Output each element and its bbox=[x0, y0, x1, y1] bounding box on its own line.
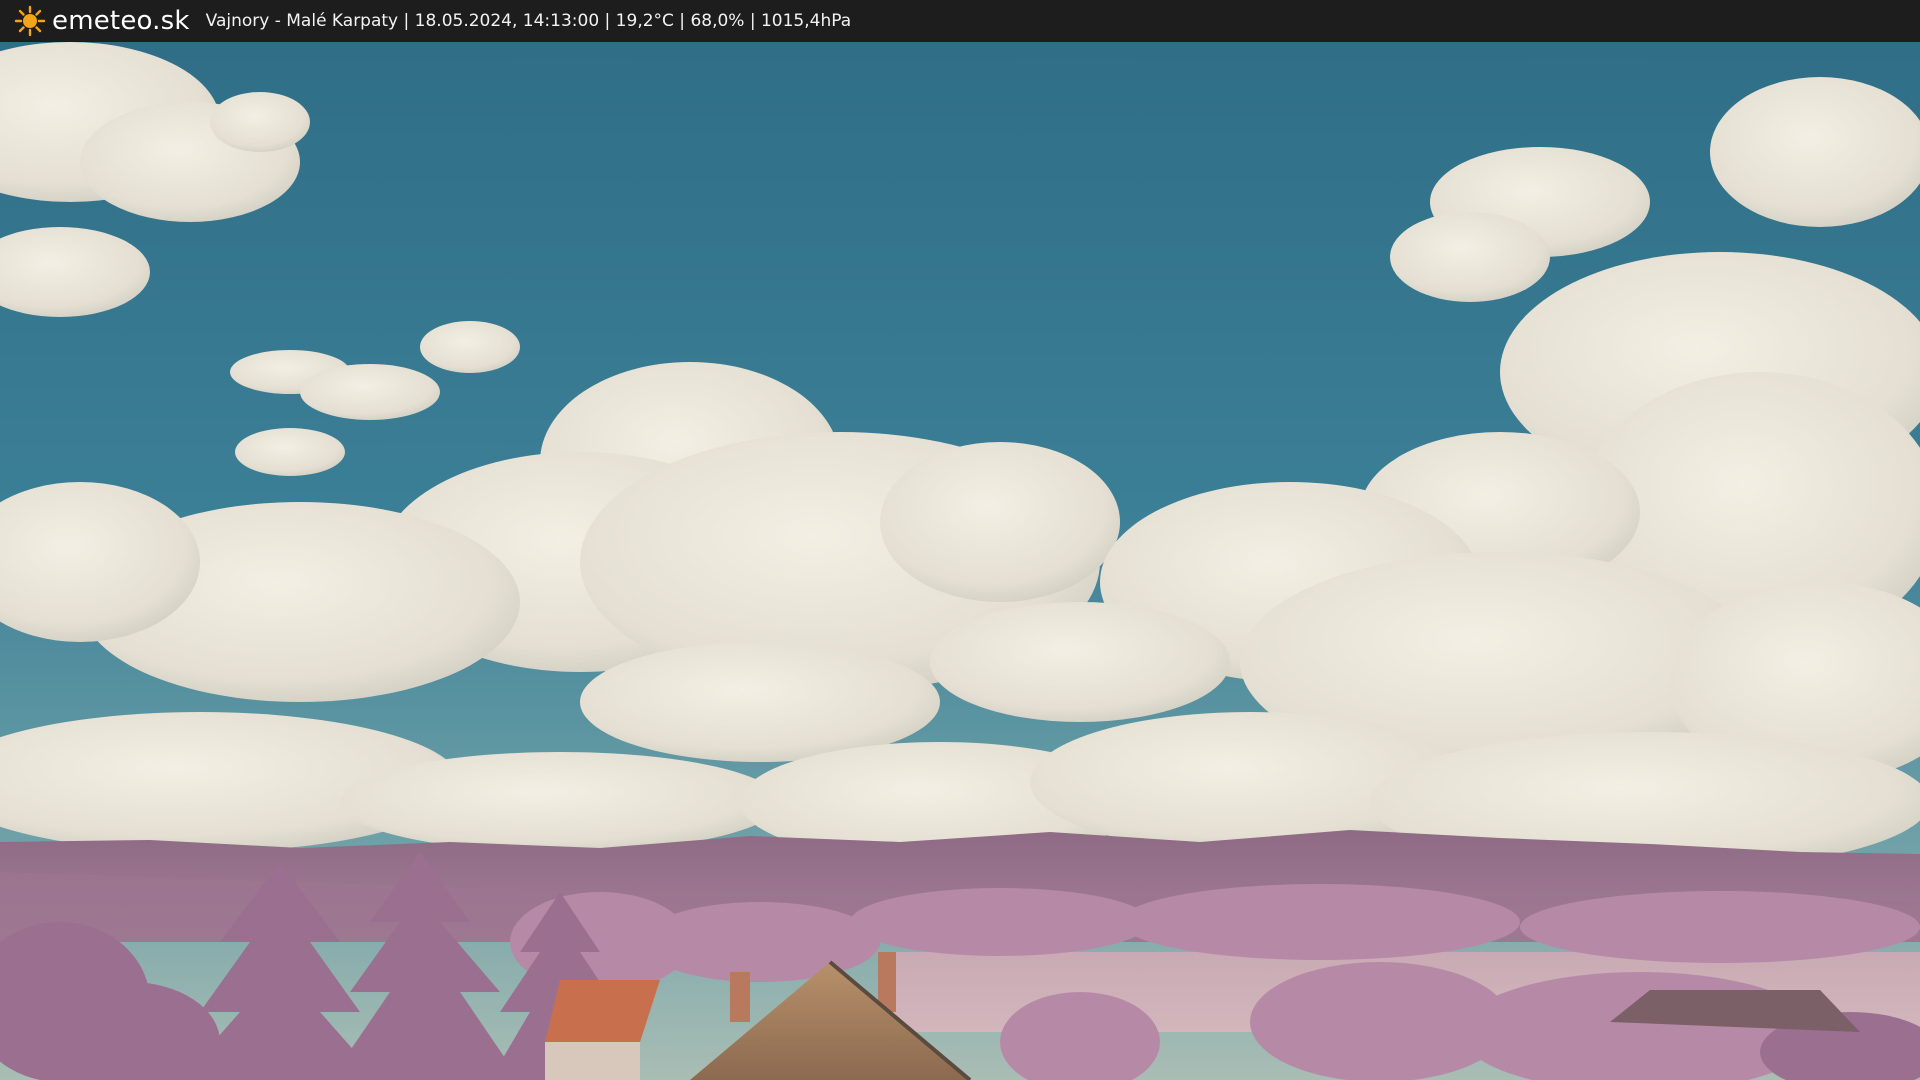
logo[interactable]: emeteo.sk bbox=[14, 0, 190, 42]
sun-icon bbox=[14, 5, 46, 37]
camera-status-line: Vajnory - Malé Karpaty | 18.05.2024, 14:… bbox=[205, 11, 852, 31]
brand-name: emeteo.sk bbox=[52, 6, 190, 36]
webcam-image bbox=[0, 42, 1920, 1080]
header-bar: emeteo.sk Vajnory - Malé Karpaty | 18.05… bbox=[0, 0, 1920, 42]
